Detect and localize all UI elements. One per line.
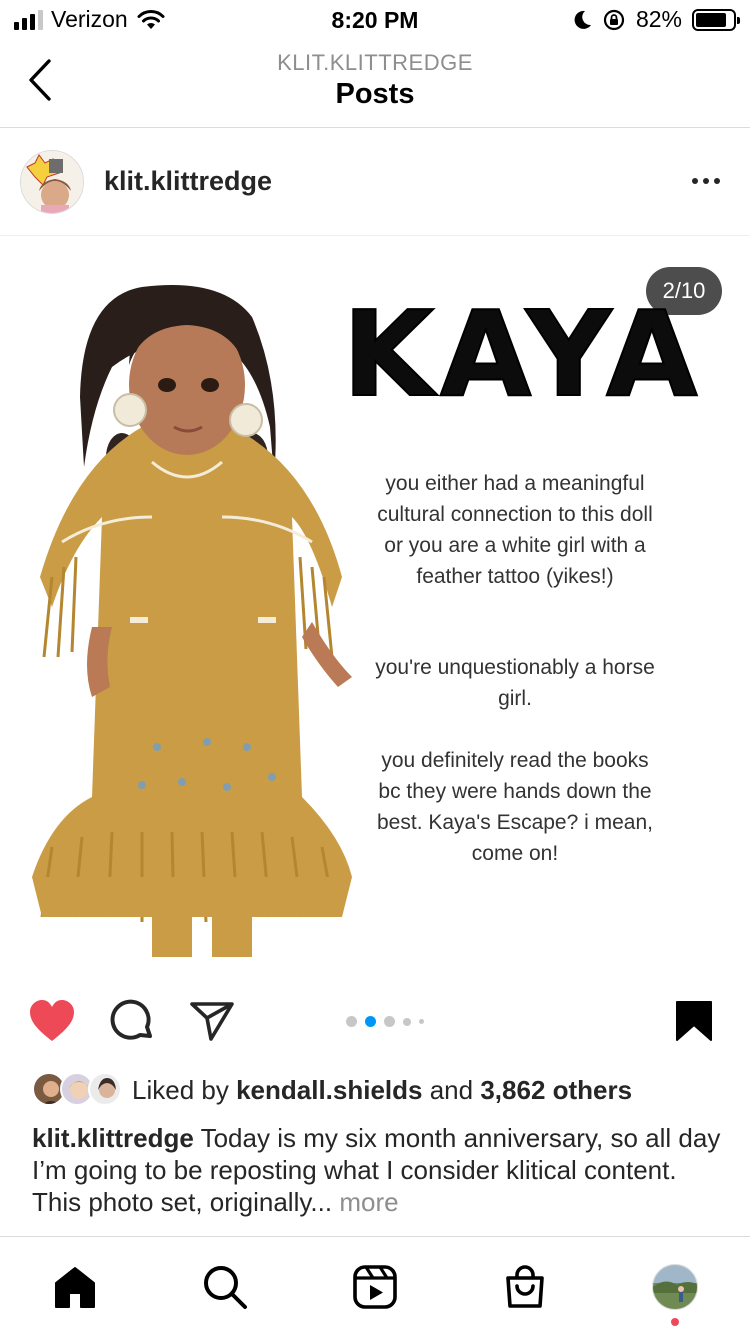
tab-shop[interactable]: [499, 1261, 551, 1313]
home-icon: [55, 1267, 95, 1308]
search-icon: [204, 1266, 247, 1309]
carousel-dot: [403, 1017, 411, 1026]
battery-fill: [696, 12, 726, 27]
carousel-dot: [384, 1016, 395, 1027]
profile-avatar: [652, 1264, 698, 1310]
likes-user[interactable]: kendall.shields: [236, 1075, 422, 1105]
avatar-image: [21, 151, 83, 213]
post-avatar[interactable]: [20, 150, 84, 214]
carousel-indicator: [346, 1016, 424, 1027]
likes-prefix: Liked by: [132, 1074, 229, 1105]
likes-conj: and: [429, 1074, 474, 1105]
post-caption: klit.klittredge Today is my six month an…: [32, 1122, 722, 1218]
liker-avatar: [88, 1072, 122, 1106]
battery-icon: [692, 8, 740, 31]
doll-image: [32, 285, 352, 957]
more-options-button[interactable]: [686, 166, 726, 196]
post-actions: [0, 988, 750, 1054]
carousel-dot: [346, 1016, 357, 1027]
tab-home[interactable]: [49, 1261, 101, 1313]
carousel-dot: [365, 1016, 376, 1027]
image-blurb-3: you definitely read the books bc they we…: [377, 749, 653, 865]
nav-header: KLIT.KLITTREDGE Posts: [0, 40, 750, 128]
carousel-dot: [419, 1019, 424, 1024]
image-blurb-1: you either had a meaningful cultural con…: [377, 472, 653, 588]
heart-icon: [30, 1000, 74, 1041]
image-title: KAYA: [342, 285, 704, 423]
like-button[interactable]: [28, 998, 76, 1044]
more-dot: [703, 178, 709, 184]
comment-button[interactable]: [108, 998, 156, 1044]
likes-count[interactable]: 3,862 others: [480, 1075, 632, 1105]
tab-profile[interactable]: [649, 1261, 701, 1313]
more-dot: [714, 178, 720, 184]
likes-row[interactable]: Liked by kendall.shields and 3,862 other…: [32, 1070, 632, 1110]
page-title: Posts: [335, 78, 415, 110]
battery-percent: 82%: [635, 6, 682, 32]
status-bar: Verizon 8:20 PM 82%: [0, 0, 750, 40]
reels-icon: [353, 1265, 397, 1309]
post-username[interactable]: klit.klittredge: [104, 166, 272, 197]
post-header: klit.klittredge: [0, 128, 750, 236]
tab-bar: [0, 1236, 750, 1334]
caption-username[interactable]: klit.klittredge: [32, 1123, 194, 1153]
notification-dot: [671, 1318, 679, 1326]
likes-text: Liked by kendall.shields and 3,862 other…: [132, 1075, 632, 1106]
image-blurb-2: you're unquestionably a horse girl.: [375, 656, 655, 710]
share-button[interactable]: [188, 998, 236, 1044]
send-icon: [190, 1002, 234, 1041]
save-button[interactable]: [674, 998, 714, 1044]
header-username: KLIT.KLITTREDGE: [277, 50, 473, 75]
more-horizontal-icon: [692, 178, 698, 184]
tab-search[interactable]: [199, 1261, 251, 1313]
tab-reels[interactable]: [349, 1261, 401, 1313]
comment-icon: [110, 999, 152, 1040]
shop-icon: [506, 1265, 544, 1308]
caption-more-link[interactable]: more: [339, 1187, 398, 1217]
liker-avatars: [32, 1072, 122, 1108]
bookmark-icon: [676, 1001, 712, 1041]
rotation-lock-icon: [603, 9, 625, 30]
status-right: 82%: [572, 6, 740, 33]
moon-icon: [574, 10, 591, 29]
post-image[interactable]: 2/10 KAYA you either had a meaningful cu…: [0, 237, 750, 987]
